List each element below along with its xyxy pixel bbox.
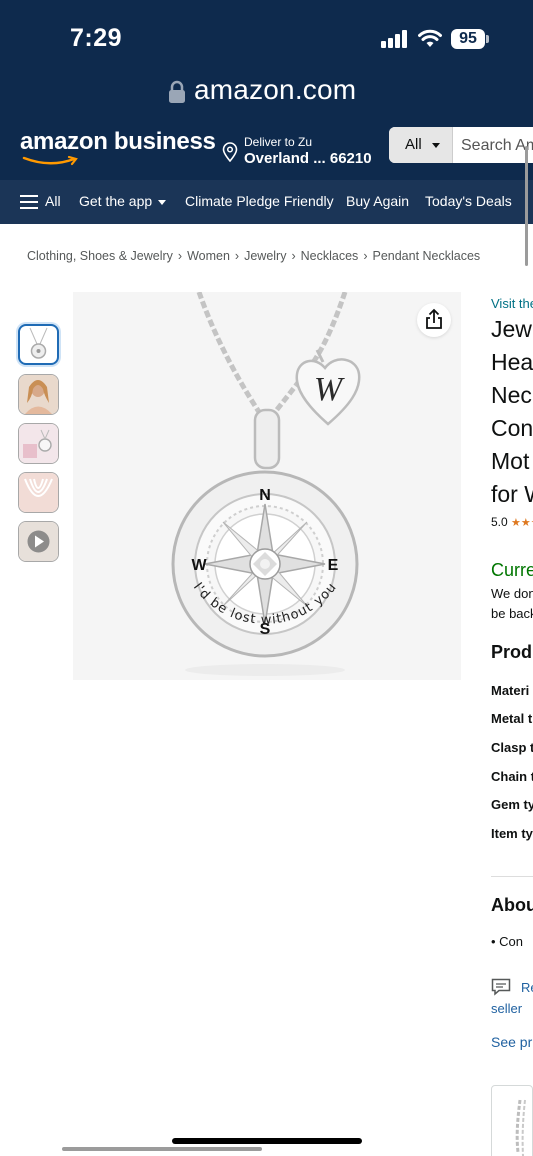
attribute-label: Clasp t: [491, 740, 533, 755]
breadcrumb-item[interactable]: Pendant Necklaces: [372, 249, 480, 263]
status-bar: 7:29 95: [0, 0, 533, 68]
attribute-label: Chain t: [491, 769, 533, 784]
see-product-link[interactable]: See pr: [491, 1034, 532, 1050]
rating-value: 5.0: [491, 515, 508, 529]
nav-item-all[interactable]: All: [45, 193, 61, 209]
product-title-line: Mot: [491, 448, 530, 474]
breadcrumb-item[interactable]: Women: [187, 249, 230, 263]
availability-note: We don: [491, 586, 533, 601]
home-indicator[interactable]: [172, 1138, 362, 1144]
nav-item-get-app[interactable]: Get the app: [79, 193, 152, 209]
product-rating[interactable]: 5.0 ★★★: [491, 515, 533, 529]
nav-item-buy-again[interactable]: Buy Again: [346, 193, 409, 209]
breadcrumb: Clothing, Shoes & Jewelry › Women › Jewelry ›…: [27, 249, 481, 263]
visit-store-link[interactable]: Visit the: [491, 296, 533, 311]
chevron-down-icon: [432, 143, 440, 148]
attribute-label: Materi: [491, 683, 530, 698]
breadcrumb-item[interactable]: Clothing, Shoes & Jewelry: [27, 249, 173, 263]
attribute-label: Gem ty: [491, 797, 533, 812]
compass-letter-n: N: [259, 487, 271, 504]
report-link[interactable]: Re: [521, 980, 533, 995]
breadcrumb-item[interactable]: Jewelry: [244, 249, 286, 263]
compass-letter-w: W: [191, 557, 207, 574]
vertical-scrollbar[interactable]: [525, 146, 528, 266]
breadcrumb-item[interactable]: Necklaces: [301, 249, 359, 263]
product-title-line: Hea: [491, 349, 533, 375]
battery-icon: 95: [451, 29, 485, 49]
product-title-line: Nec: [491, 382, 532, 408]
nav-item-climate-pledge[interactable]: Climate Pledge Friendly: [185, 193, 334, 209]
url-text: amazon.com: [194, 74, 357, 105]
attribute-label: Item ty: [491, 826, 533, 841]
about-bullet-text: Con: [499, 934, 524, 949]
about-bullet: • Con: [491, 934, 524, 949]
search-category-label: All: [405, 136, 422, 153]
cellular-signal-icon: [381, 30, 409, 48]
battery-nub: [486, 35, 489, 43]
star-icon: ★★★: [511, 517, 533, 529]
search-category-select[interactable]: All: [389, 127, 453, 163]
product-title-line: Con: [491, 415, 533, 441]
pendant-letter: W: [314, 371, 345, 408]
main-product-image[interactable]: W N E S W I'd be lost without you: [73, 292, 461, 680]
wifi-icon: [418, 29, 442, 47]
report-issue-icon[interactable]: [491, 978, 511, 996]
lock-icon: [169, 80, 185, 103]
clock: 7:29: [70, 24, 123, 52]
location-pin-icon: [222, 142, 238, 162]
share-button[interactable]: [417, 303, 451, 337]
browser-url-bar[interactable]: amazon.com: [0, 68, 533, 120]
attribute-label: Metal t: [491, 711, 533, 726]
compass-letter-e: E: [328, 557, 339, 574]
report-seller-link[interactable]: seller: [491, 1001, 522, 1016]
chevron-down-icon: [158, 200, 166, 205]
horizontal-scrollbar[interactable]: [62, 1147, 262, 1151]
deliver-to-label: Deliver to Zu: [244, 135, 313, 149]
thumbnail-gift-box[interactable]: [18, 423, 59, 464]
about-heading: Abou: [491, 895, 533, 915]
amazon-business-logo[interactable]: amazon business: [20, 128, 216, 156]
product-title-line: for W: [491, 481, 533, 507]
deliver-location: Overland ... 66210: [244, 150, 372, 167]
thumbnail-video[interactable]: [18, 521, 59, 562]
product-title-line: Jew: [491, 316, 532, 342]
main-nav: All Get the app Climate Pledge Friendly …: [0, 180, 533, 224]
menu-icon[interactable]: [20, 195, 38, 209]
availability-status: Curre: [491, 560, 533, 580]
thumbnail-necklace[interactable]: [18, 324, 59, 365]
product-details-heading: Prod: [491, 642, 533, 662]
site-header: amazon business Deliver to Zu Overland .…: [0, 120, 533, 180]
thumbnail-model-photo[interactable]: [18, 374, 59, 415]
related-product-card[interactable]: [491, 1085, 533, 1156]
thumbnail-size-chart[interactable]: [18, 472, 59, 513]
share-icon: [426, 308, 442, 329]
section-divider: [491, 876, 533, 877]
logo-smile-icon: [22, 156, 78, 166]
availability-note: be back: [491, 606, 533, 621]
